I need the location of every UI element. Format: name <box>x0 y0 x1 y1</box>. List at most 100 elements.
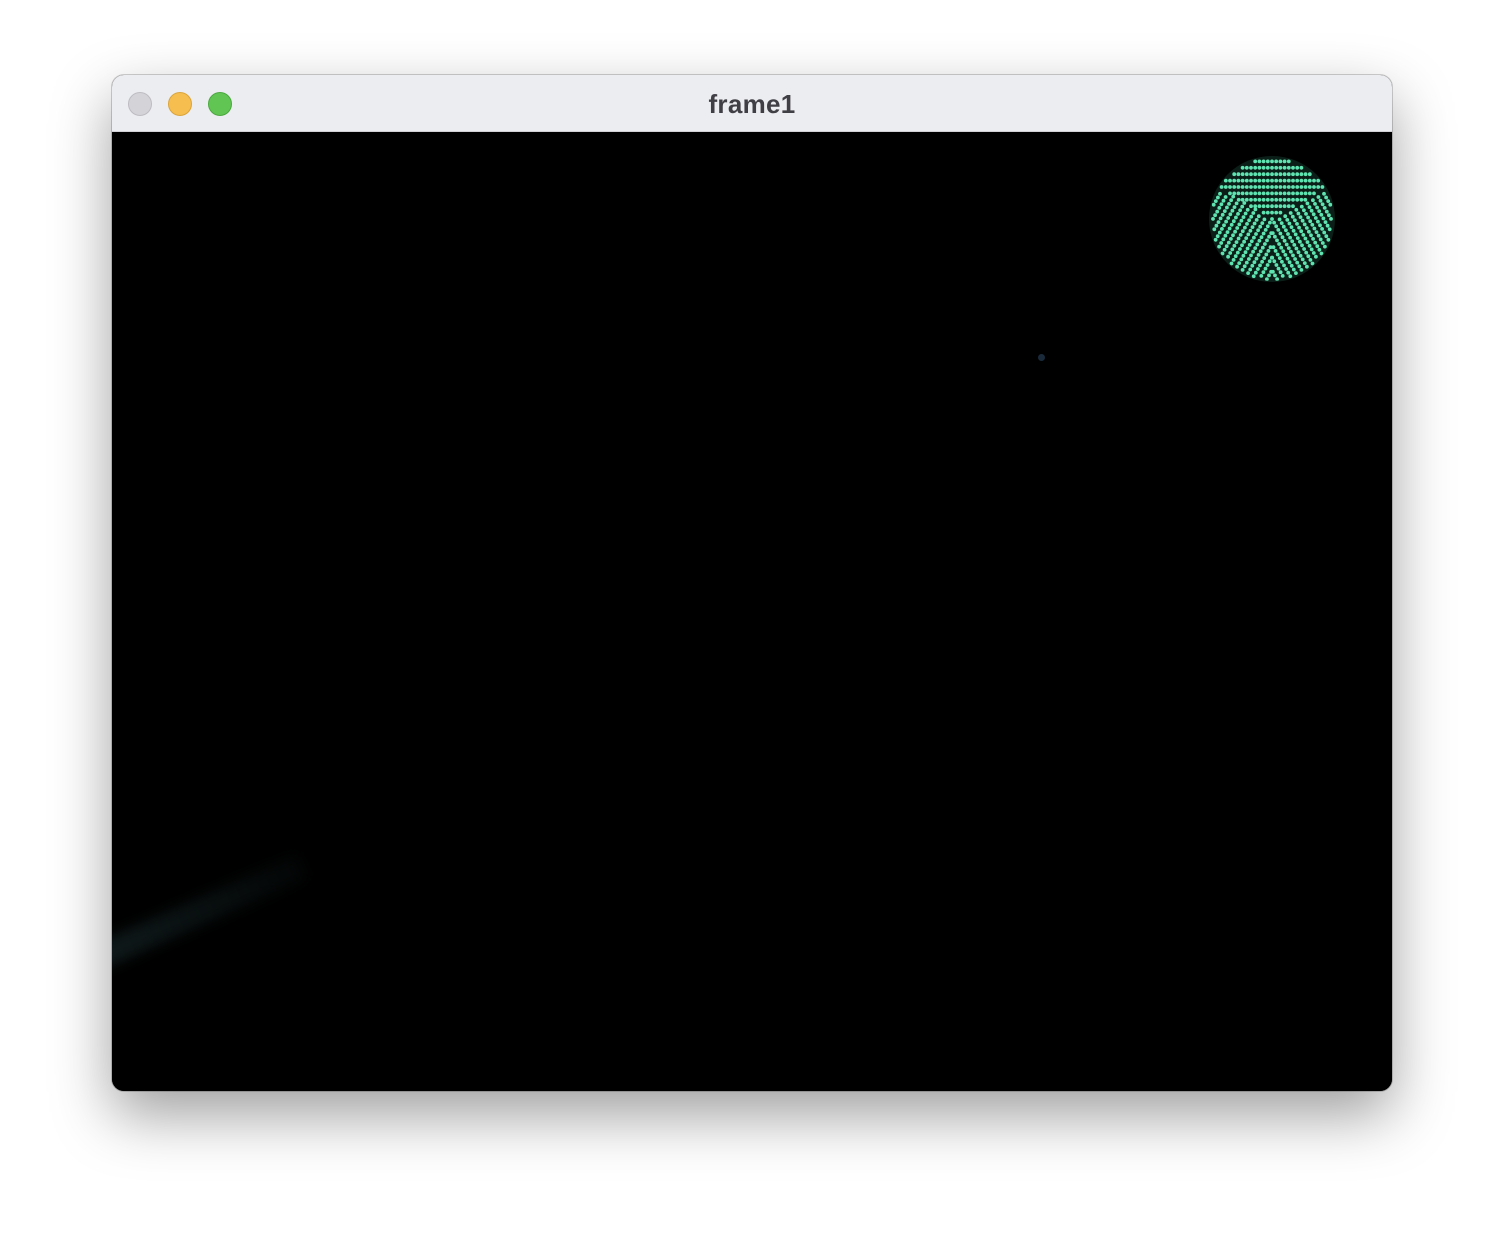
led-dot <box>1243 211 1248 216</box>
led-dot <box>1302 222 1307 227</box>
led-dot <box>1224 244 1229 249</box>
led-dot <box>1286 178 1291 183</box>
led-dot <box>1217 230 1222 235</box>
led-dot <box>1244 191 1249 196</box>
led-dot <box>1276 266 1281 271</box>
led-dot <box>1240 185 1245 189</box>
led-dot <box>1261 172 1266 177</box>
led-dot <box>1274 197 1279 202</box>
led-dot <box>1278 231 1283 236</box>
led-dot <box>1282 191 1287 196</box>
led-dot <box>1318 198 1323 203</box>
led-dot <box>1257 172 1262 177</box>
led-dot <box>1270 185 1274 189</box>
led-dot <box>1254 256 1259 261</box>
led-dot <box>1224 219 1228 224</box>
led-dot <box>1290 239 1295 244</box>
led-dot <box>1286 165 1291 170</box>
led-dot <box>1251 211 1256 215</box>
led-dot <box>1249 253 1253 258</box>
led-dot <box>1291 267 1296 272</box>
led-dot <box>1238 247 1242 251</box>
title-bar[interactable]: frame1 <box>112 75 1392 132</box>
led-dot <box>1320 227 1324 231</box>
led-dot <box>1240 178 1245 183</box>
led-dot <box>1289 263 1294 268</box>
led-dot <box>1303 172 1308 177</box>
led-dot <box>1232 178 1237 183</box>
led-dot <box>1235 226 1240 230</box>
led-dot <box>1268 245 1273 250</box>
led-dot <box>1265 172 1270 177</box>
led-dot <box>1307 229 1311 234</box>
led-dot <box>1265 277 1269 281</box>
led-dot <box>1230 208 1235 213</box>
led-dot <box>1246 271 1250 275</box>
led-dot <box>1312 191 1316 196</box>
led-dot <box>1303 178 1308 183</box>
led-dot <box>1251 249 1255 254</box>
led-dot <box>1274 204 1279 209</box>
led-dot <box>1299 178 1304 183</box>
led-dot <box>1316 185 1321 189</box>
led-dot <box>1244 172 1249 177</box>
led-dot <box>1306 215 1310 220</box>
led-dot <box>1269 255 1274 260</box>
led-dot <box>1249 197 1253 202</box>
led-dot <box>1286 172 1291 177</box>
led-dot <box>1266 249 1271 253</box>
led-dot <box>1298 215 1303 219</box>
led-dot <box>1307 185 1312 189</box>
led-dot <box>1249 214 1254 219</box>
led-dot <box>1302 247 1306 251</box>
led-dot <box>1286 185 1291 189</box>
led-dot <box>1261 210 1266 215</box>
led-dot <box>1261 191 1266 196</box>
led-dot <box>1248 267 1253 272</box>
led-dot <box>1303 197 1308 202</box>
led-dot <box>1326 199 1331 203</box>
led-dot <box>1295 172 1300 177</box>
led-dot <box>1299 191 1304 196</box>
led-dot <box>1241 215 1246 219</box>
led-dot <box>1265 165 1270 170</box>
led-dot <box>1291 172 1295 177</box>
led-dot <box>1249 165 1253 170</box>
led-dot <box>1263 266 1268 271</box>
led-dot <box>1305 240 1310 244</box>
led-dot <box>1275 238 1279 243</box>
led-dot <box>1315 205 1319 210</box>
led-dot <box>1211 202 1216 207</box>
led-dot <box>1299 185 1304 189</box>
led-dot <box>1275 277 1279 281</box>
led-dot <box>1274 165 1279 170</box>
led-dot <box>1227 202 1231 206</box>
led-dot <box>1323 244 1327 249</box>
led-dot <box>1239 218 1244 223</box>
led-dot <box>1222 247 1227 252</box>
led-dot <box>1278 185 1283 189</box>
light-streak <box>112 854 307 976</box>
led-dot <box>1280 274 1285 278</box>
led-dot <box>1270 217 1274 221</box>
led-dot <box>1261 159 1266 164</box>
led-dot <box>1233 229 1237 234</box>
led-dot <box>1274 172 1279 177</box>
led-dot <box>1283 253 1288 257</box>
led-dot <box>1299 165 1304 170</box>
led-dot <box>1235 264 1239 269</box>
led-dot <box>1301 233 1306 237</box>
led-dot <box>1277 217 1282 222</box>
led-dot <box>1295 236 1300 240</box>
led-dot <box>1279 245 1284 250</box>
led-dot <box>1231 233 1235 238</box>
led-dot <box>1240 229 1245 234</box>
led-dot <box>1257 185 1262 189</box>
led-dot <box>1307 205 1312 209</box>
led-dot <box>1232 172 1237 177</box>
led-dot <box>1310 222 1315 227</box>
led-dot <box>1313 216 1318 220</box>
led-dot <box>1289 225 1294 229</box>
led-dot <box>1280 235 1285 240</box>
led-dot <box>1229 222 1234 227</box>
